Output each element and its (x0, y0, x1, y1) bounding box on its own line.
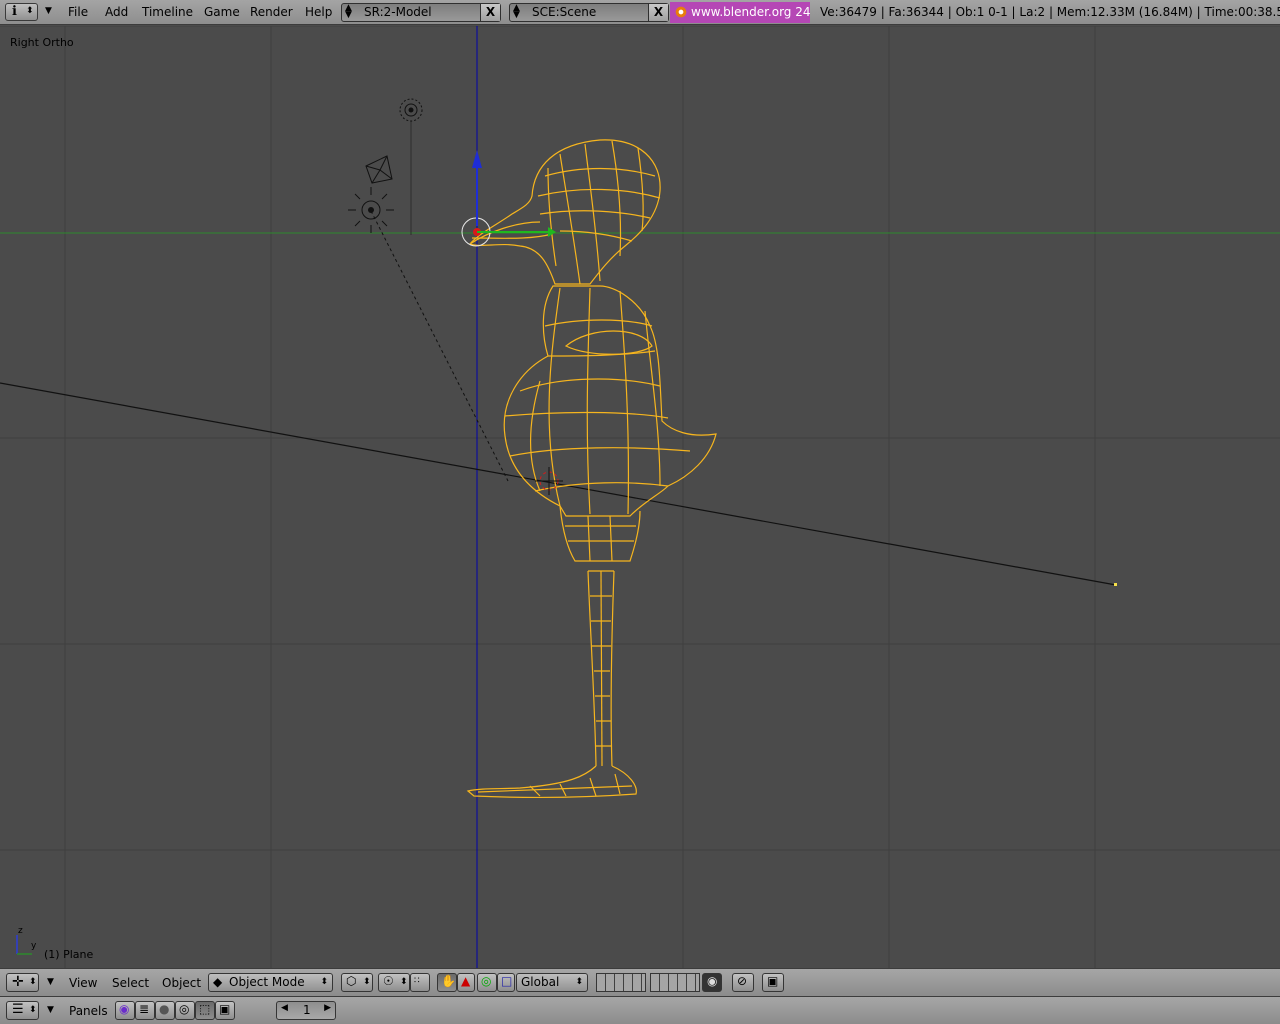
shading-context-button[interactable]: ● (155, 1001, 175, 1020)
panels-icon: ☰ (12, 1002, 24, 1017)
image-icon: ▣ (219, 1002, 231, 1016)
menu-object[interactable]: Object (162, 976, 201, 990)
active-object-label: (1) Plane (44, 948, 94, 961)
pivot-icon: ☉ (383, 974, 394, 988)
updown-arrows-icon: ▲ ▼ (345, 3, 352, 20)
lamp-icon[interactable] (399, 98, 423, 122)
scene-statistics: Ve:36479 | Fa:36344 | Ob:1 0-1 | La:2 | … (820, 5, 1280, 19)
viewport-canvas[interactable] (0, 26, 1280, 968)
menu-view[interactable]: View (69, 976, 97, 990)
collapse-menu-triangle-icon[interactable]: ▼ (45, 6, 52, 16)
sun-lamp-icon[interactable] (348, 187, 394, 233)
rotate-manipulator-button[interactable]: ◎ (477, 973, 497, 992)
updown-arrows-icon: ⬍ (363, 977, 371, 987)
sphere-icon: ● (159, 1002, 170, 1016)
image-icon: ▣ (767, 974, 779, 988)
info-icon: ℹ (12, 4, 17, 19)
menu-game[interactable]: Game (204, 5, 240, 19)
menu-render[interactable]: Render (250, 5, 293, 19)
logic-icon: ◉ (119, 1002, 130, 1016)
updown-arrows-icon: ⬍ (400, 977, 408, 987)
layer-buttons-1[interactable] (596, 973, 646, 992)
scale-manipulator-button[interactable]: □ (497, 973, 515, 992)
3d-view-header: ✛ ⬍ ▼ View Select Object ◆ Object Mode ⬍… (0, 968, 1280, 996)
object-context-button[interactable]: ◎ (175, 1001, 195, 1020)
align-button[interactable]: ∷ (410, 973, 430, 992)
menu-file[interactable]: File (68, 5, 88, 19)
axis-z-label: z (18, 926, 23, 936)
dots-icon: ∷ (414, 976, 420, 986)
scene-context-button[interactable]: ▣ (215, 1001, 235, 1020)
delete-screen-button[interactable]: X (480, 4, 500, 21)
menu-help[interactable]: Help (305, 5, 332, 19)
square-icon: □ (501, 974, 513, 988)
3d-cursor-icon (535, 467, 563, 495)
window-type-button[interactable]: ℹ ⬍ (5, 3, 38, 21)
updown-arrows-icon: ⬍ (575, 977, 583, 987)
delete-scene-button[interactable]: X (648, 4, 668, 21)
camera-icon[interactable] (365, 155, 393, 184)
menu-select[interactable]: Select (112, 976, 149, 990)
logic-context-button[interactable]: ◉ (115, 1001, 135, 1020)
lock-layer-button[interactable]: ◉ (702, 973, 722, 992)
axis-y-label: y (31, 941, 37, 951)
object-icon: ◎ (179, 1002, 190, 1016)
frame-value: 1 (303, 1003, 311, 1017)
circle-icon: ◎ (481, 974, 492, 988)
duck-mesh[interactable] (466, 139, 717, 798)
script-context-button[interactable]: ≣ (135, 1001, 155, 1020)
updown-arrows-icon: ⬍ (29, 1005, 37, 1015)
frame-number-field[interactable]: ◀ 1 ▶ (276, 1001, 336, 1020)
cube-icon: ⬡ (346, 974, 357, 988)
pivot-select[interactable]: ☉ ⬍ (378, 973, 410, 992)
collapse-menu-triangle-icon[interactable]: ▼ (47, 977, 54, 987)
scene-selector[interactable]: ▲ ▼ SCE:Scene X (509, 3, 669, 22)
menu-panels[interactable]: Panels (69, 1004, 108, 1018)
manipulator-toggle-button[interactable]: ✋ (437, 973, 457, 992)
draw-type-select[interactable]: ⬡ ⬍ (341, 973, 373, 992)
editing-context-button[interactable]: ⬚ (195, 1001, 215, 1020)
translate-manipulator-button[interactable]: ▲ (457, 973, 475, 992)
script-icon: ≣ (139, 1002, 150, 1016)
screen-name: SR:2-Model (364, 5, 432, 19)
updown-arrows-icon: ⬍ (26, 6, 34, 16)
3d-view-icon: ✛ (12, 974, 24, 990)
menu-timeline[interactable]: Timeline (142, 5, 193, 19)
blender-logo-icon (675, 6, 687, 18)
3d-viewport[interactable]: z y Right Ortho (1) Plane (0, 26, 1280, 968)
orientation-value: Global (521, 975, 560, 989)
plane-vertex (1114, 583, 1117, 586)
menu-add[interactable]: Add (105, 5, 128, 19)
updown-arrows-icon: ⬍ (29, 977, 37, 987)
render-preview-button[interactable]: ▣ (762, 973, 784, 992)
view-axis-widget (16, 935, 32, 955)
lock-icon: ◉ (707, 974, 718, 988)
increment-arrow-icon[interactable]: ▶ (324, 1003, 331, 1013)
blender-website-link[interactable]: www.blender.org 246 (670, 2, 810, 23)
mode-select[interactable]: ◆ Object Mode ⬍ (208, 973, 333, 992)
scene-name: SCE:Scene (532, 5, 597, 19)
updown-arrows-icon: ▲ ▼ (513, 3, 520, 20)
info-header: ℹ ⬍ ▼ File Add Timeline Game Render Help… (0, 0, 1280, 25)
collapse-menu-triangle-icon[interactable]: ▼ (47, 1005, 54, 1015)
decrement-arrow-icon[interactable]: ◀ (281, 1003, 288, 1013)
object-mode-icon: ◆ (213, 975, 223, 989)
editor-type-button[interactable]: ☰ ⬍ (6, 1001, 39, 1020)
lamp-direction-line (370, 210, 509, 482)
triangle-icon: ▲ (461, 974, 471, 988)
screen-selector[interactable]: ▲ ▼ SR:2-Model X (341, 3, 501, 22)
z-arrow-icon[interactable] (472, 150, 482, 168)
updown-arrows-icon: ⬍ (320, 977, 328, 987)
view-name-label: Right Ortho (10, 36, 74, 49)
editor-type-button[interactable]: ✛ ⬍ (6, 973, 39, 992)
layer-buttons-2[interactable] (650, 973, 700, 992)
buttons-window-header: ☰ ⬍ ▼ Panels ◉ ≣ ● ◎ ⬚ ▣ ◀ 1 ▶ (0, 996, 1280, 1024)
hand-icon: ✋ (441, 974, 456, 988)
orientation-select[interactable]: Global ⬍ (516, 973, 588, 992)
ogl-render-button[interactable]: ⊘ (732, 973, 754, 992)
link-icon: ⊘ (737, 974, 748, 988)
editing-icon: ⬚ (199, 1002, 211, 1016)
mode-value: Object Mode (229, 975, 305, 989)
